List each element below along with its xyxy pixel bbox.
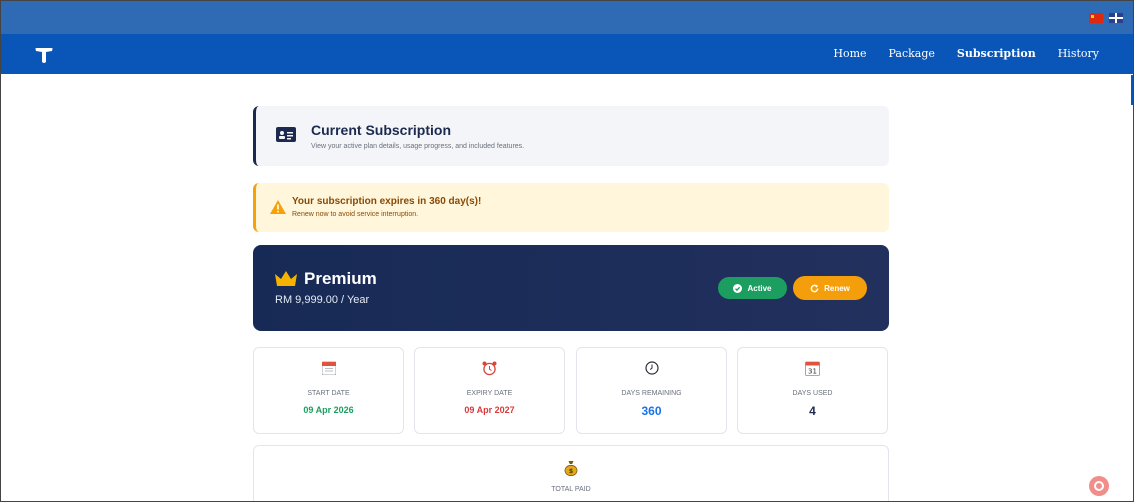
scrollbar[interactable] [1131,75,1133,105]
refresh-icon [810,283,819,292]
nav-history[interactable]: History [1058,47,1099,60]
alarm-clock-icon [482,361,497,376]
svg-text:31: 31 [808,368,817,376]
page-subtitle: View your active plan details, usage pro… [311,143,525,150]
total-paid-label: TOTAL PAID [551,486,591,493]
calendar-icon [321,361,336,375]
days-used-label: DAYS USED [792,390,833,397]
expiry-date-card: EXPIRY DATE 09 Apr 2027 [414,347,565,434]
t-logo-icon[interactable] [34,45,54,65]
page-title: Current Subscription [311,122,452,138]
plan-card: Premium RM 9,999.00 / Year Active Renew [253,245,889,331]
uk-flag-icon[interactable] [1109,13,1123,23]
alert-title: Your subscription expires in 360 day(s)! [292,196,482,207]
days-remaining-card: DAYS REMAINING 360 [576,347,727,434]
days-used-card: 31 DAYS USED 4 [737,347,888,434]
main-nav: Home Package Subscription History [833,47,1099,60]
expiry-alert: Your subscription expires in 360 day(s)!… [253,183,889,232]
renew-button[interactable]: Renew [793,276,867,300]
navbar: Home Package Subscription History [1,34,1133,74]
total-paid-card: $ TOTAL PAID [253,445,889,501]
plan-price: RM 9,999.00 / Year [275,294,370,306]
warning-icon [270,200,286,214]
crown-icon [275,271,297,286]
status-label: Active [747,283,772,293]
svg-text:$: $ [569,467,574,475]
expiry-date-value: 09 Apr 2027 [464,405,515,415]
subscription-header-card: Current Subscription View your active pl… [253,106,889,166]
nav-subscription[interactable]: Subscription [957,47,1036,60]
money-bag-icon: $ [564,461,578,476]
nav-package[interactable]: Package [889,47,935,60]
days-used-value: 4 [809,404,816,418]
plan-name: Premium [304,269,377,288]
renew-label: Renew [824,283,850,293]
days-remaining-label: DAYS REMAINING [621,390,682,397]
id-card-icon [276,127,296,142]
clock-icon [644,361,659,375]
top-strip [1,1,1133,34]
calendar-31-icon: 31 [805,361,820,376]
language-switcher [1089,13,1123,23]
start-date-value: 09 Apr 2026 [303,405,354,415]
app-window: Home Package Subscription History Curren… [0,0,1134,502]
chinese-flag-icon[interactable] [1089,13,1103,23]
status-badge: Active [718,277,787,299]
start-date-card: START DATE 09 Apr 2026 [253,347,404,434]
chat-icon[interactable] [1089,476,1109,496]
start-date-label: START DATE [307,390,350,397]
days-remaining-value: 360 [641,404,662,418]
check-circle-icon [733,283,743,293]
nav-home[interactable]: Home [833,47,866,60]
alert-subtitle: Renew now to avoid service interruption. [292,211,419,218]
expiry-date-label: EXPIRY DATE [466,390,513,397]
